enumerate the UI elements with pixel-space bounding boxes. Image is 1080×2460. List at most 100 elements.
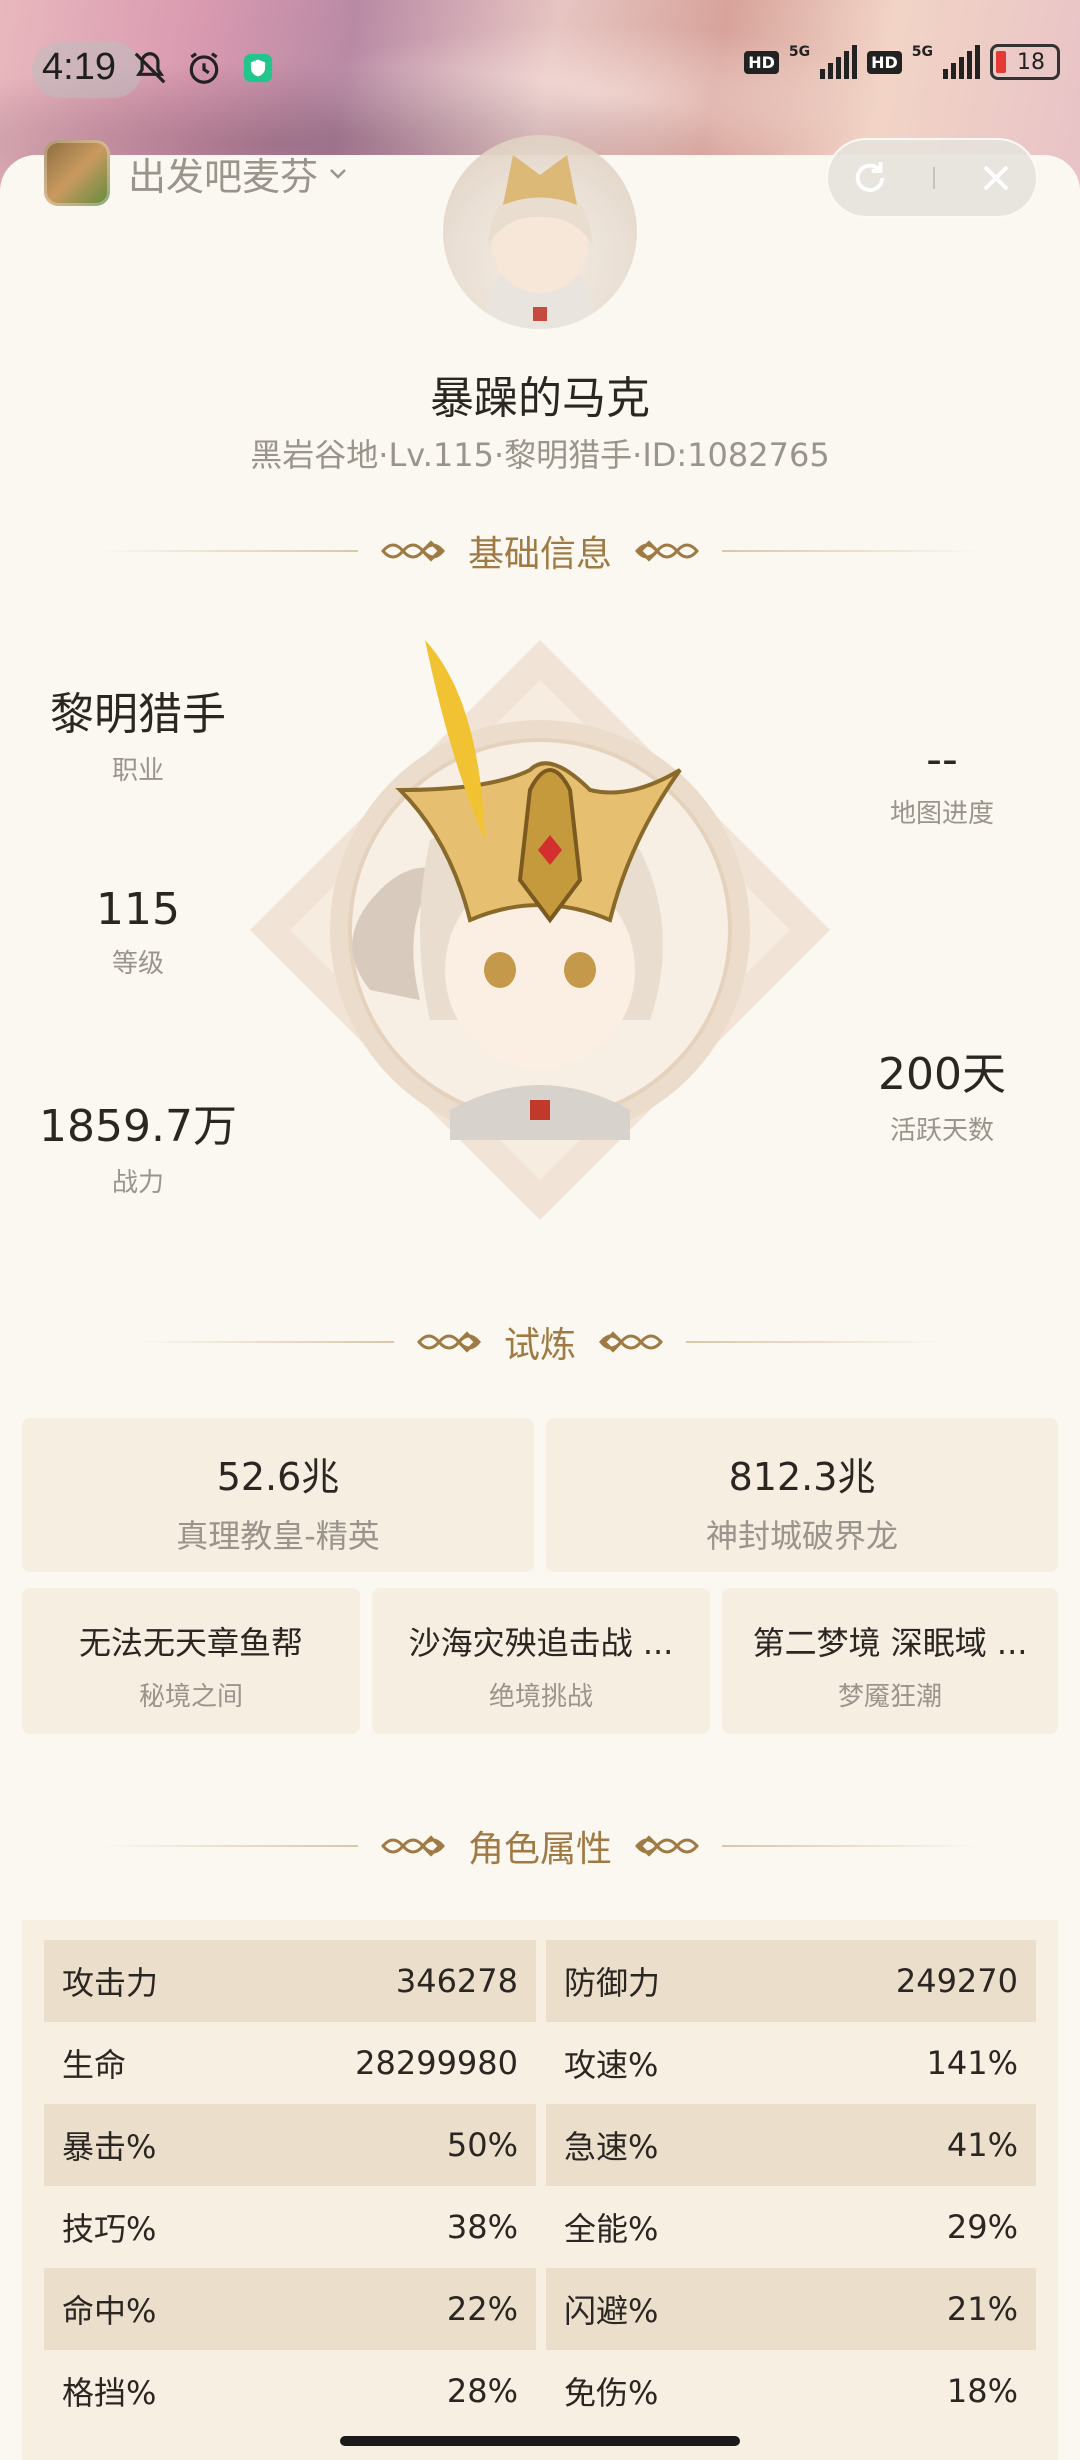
attr-name: 生命 [62, 2046, 127, 2084]
mute-icon [130, 48, 170, 88]
signal-icon-2 [943, 45, 980, 79]
attr-name: 全能% [564, 2210, 659, 2248]
ornament-icon [381, 1835, 445, 1857]
status-icons-right: HD 5G HD 5G 18 [744, 44, 1060, 80]
attr-value: 141% [926, 2044, 1018, 2082]
attr-value: 22% [446, 2290, 518, 2328]
divider-right [722, 1845, 982, 1847]
stat-power-value: 1859.7万 [39, 1101, 237, 1152]
trial-card-value: 812.3兆 [728, 1455, 876, 1499]
attr-name: 命中% [62, 2292, 157, 2330]
section-title-basic: 基础信息 [467, 534, 612, 575]
attr-cell: 生命 28299980 [44, 2022, 536, 2104]
attr-value: 28% [446, 2372, 518, 2410]
section-header-basic: 基础信息 [0, 525, 1080, 577]
attr-name: 技巧% [62, 2210, 157, 2248]
stat-level-label: 等级 [111, 949, 164, 979]
stat-class-value: 黎明猎手 [50, 689, 226, 740]
ornament-icon [381, 540, 445, 562]
battery-icon: 18 [990, 44, 1060, 80]
trial-card-5[interactable]: 第二梦境 深眠域 ... 梦魇狂潮 [722, 1588, 1058, 1734]
ornament-icon [635, 1835, 699, 1857]
attr-value: 29% [946, 2208, 1018, 2246]
stat-map-value: -- [926, 734, 958, 785]
app-logo [44, 140, 110, 206]
chevron-down-icon [330, 169, 346, 179]
attr-value: 346278 [395, 1962, 518, 2000]
home-indicator[interactable] [340, 2436, 740, 2446]
trial-card-label: 绝境挑战 [488, 1682, 593, 1712]
app-title[interactable]: 出发吧麦芬 [128, 146, 350, 201]
refresh-icon[interactable] [849, 157, 891, 199]
attr-cell: 命中% 22% [44, 2268, 536, 2350]
attr-name: 暴击% [62, 2128, 157, 2166]
attr-value: 249270 [895, 1962, 1018, 2000]
player-meta: 黑岩谷地·Lv.115·黎明猎手·ID:1082765 [250, 436, 830, 474]
attr-value: 50% [446, 2126, 518, 2164]
trial-card-label: 真理教皇-精英 [176, 1517, 380, 1555]
attr-cell: 暴击% 50% [44, 2104, 536, 2186]
trial-card-label: 梦魇狂潮 [837, 1682, 942, 1712]
attr-cell: 防御力 249270 [546, 1940, 1036, 2022]
attr-value: 41% [946, 2126, 1018, 2164]
trial-card-value: 第二梦境 深眠域 ... [752, 1624, 1028, 1662]
trial-card-2[interactable]: 812.3兆 神封城破界龙 [546, 1418, 1058, 1572]
battery-level: 18 [1017, 49, 1045, 75]
status-bar: 4:19 HD 5G HD 5G 18 [0, 0, 1080, 130]
divider-left [133, 1341, 394, 1343]
attr-value: 18% [946, 2372, 1018, 2410]
player-name: 暴躁的马克 [430, 373, 650, 424]
ornament-icon [599, 1331, 663, 1353]
attributes-table: 攻击力 346278 防御力 249270 生命 28299980 攻速% 14… [22, 1920, 1058, 2460]
stat-power-label: 战力 [111, 1168, 164, 1198]
avatar [443, 135, 637, 329]
status-icons-left [130, 48, 278, 88]
attr-name: 防御力 [564, 1964, 661, 2002]
attr-cell: 攻击力 346278 [44, 1940, 536, 2022]
divider-left [97, 1845, 358, 1847]
attr-cell: 闪避% 21% [546, 2268, 1036, 2350]
stat-power: 1859.7万 战力 [18, 1090, 258, 1199]
attr-cell: 攻速% 141% [546, 2022, 1036, 2104]
app-title-text: 出发吧麦芬 [128, 154, 319, 199]
attr-cell: 技巧% 38% [44, 2186, 536, 2268]
attr-name: 免伤% [564, 2374, 659, 2412]
divider-right [722, 550, 982, 552]
section-header-attributes: 角色属性 [0, 1820, 1080, 1872]
attr-name: 格挡% [62, 2374, 157, 2412]
attr-cell: 急速% 41% [546, 2104, 1036, 2186]
attr-cell: 免伤% 18% [546, 2350, 1036, 2432]
ornament-icon [417, 1331, 481, 1353]
section-title-attributes: 角色属性 [467, 1829, 612, 1870]
hd-badge: HD [744, 50, 779, 74]
trial-card-value: 52.6兆 [216, 1455, 340, 1499]
stat-level-value: 115 [96, 884, 180, 935]
character-emblem [250, 640, 830, 1220]
hd-badge-2: HD [867, 50, 902, 74]
stat-class: 黎明猎手 职业 [18, 678, 258, 787]
alarm-icon [184, 48, 224, 88]
attr-value: 28299980 [355, 2044, 518, 2082]
divider-right [686, 1341, 946, 1343]
trial-card-4[interactable]: 沙海灾殃追击战 ... 绝境挑战 [372, 1588, 710, 1734]
shield-app-icon [238, 48, 278, 88]
capsule-divider [933, 167, 935, 189]
trial-card-value: 无法无天章鱼帮 [78, 1624, 303, 1662]
stat-class-label: 职业 [111, 756, 164, 786]
miniapp-capsule [826, 138, 1038, 218]
attr-cell: 全能% 29% [546, 2186, 1036, 2268]
stat-level: 115 等级 [18, 884, 258, 980]
network-type-2: 5G [911, 44, 933, 60]
trial-card-3[interactable]: 无法无天章鱼帮 秘境之间 [22, 1588, 360, 1734]
stat-map-progress: -- 地图进度 [822, 734, 1062, 830]
stat-days-label: 活跃天数 [889, 1116, 994, 1146]
trial-card-label: 秘境之间 [138, 1682, 243, 1712]
attr-name: 攻速% [564, 2046, 659, 2084]
trial-card-1[interactable]: 52.6兆 真理教皇-精英 [22, 1418, 534, 1572]
app-header[interactable]: 出发吧麦芬 [44, 140, 350, 206]
close-icon[interactable] [977, 159, 1015, 197]
section-header-trials: 试炼 [0, 1316, 1080, 1368]
ornament-icon [635, 540, 699, 562]
attr-cell: 格挡% 28% [44, 2350, 536, 2432]
trial-card-label: 神封城破界龙 [705, 1517, 898, 1555]
